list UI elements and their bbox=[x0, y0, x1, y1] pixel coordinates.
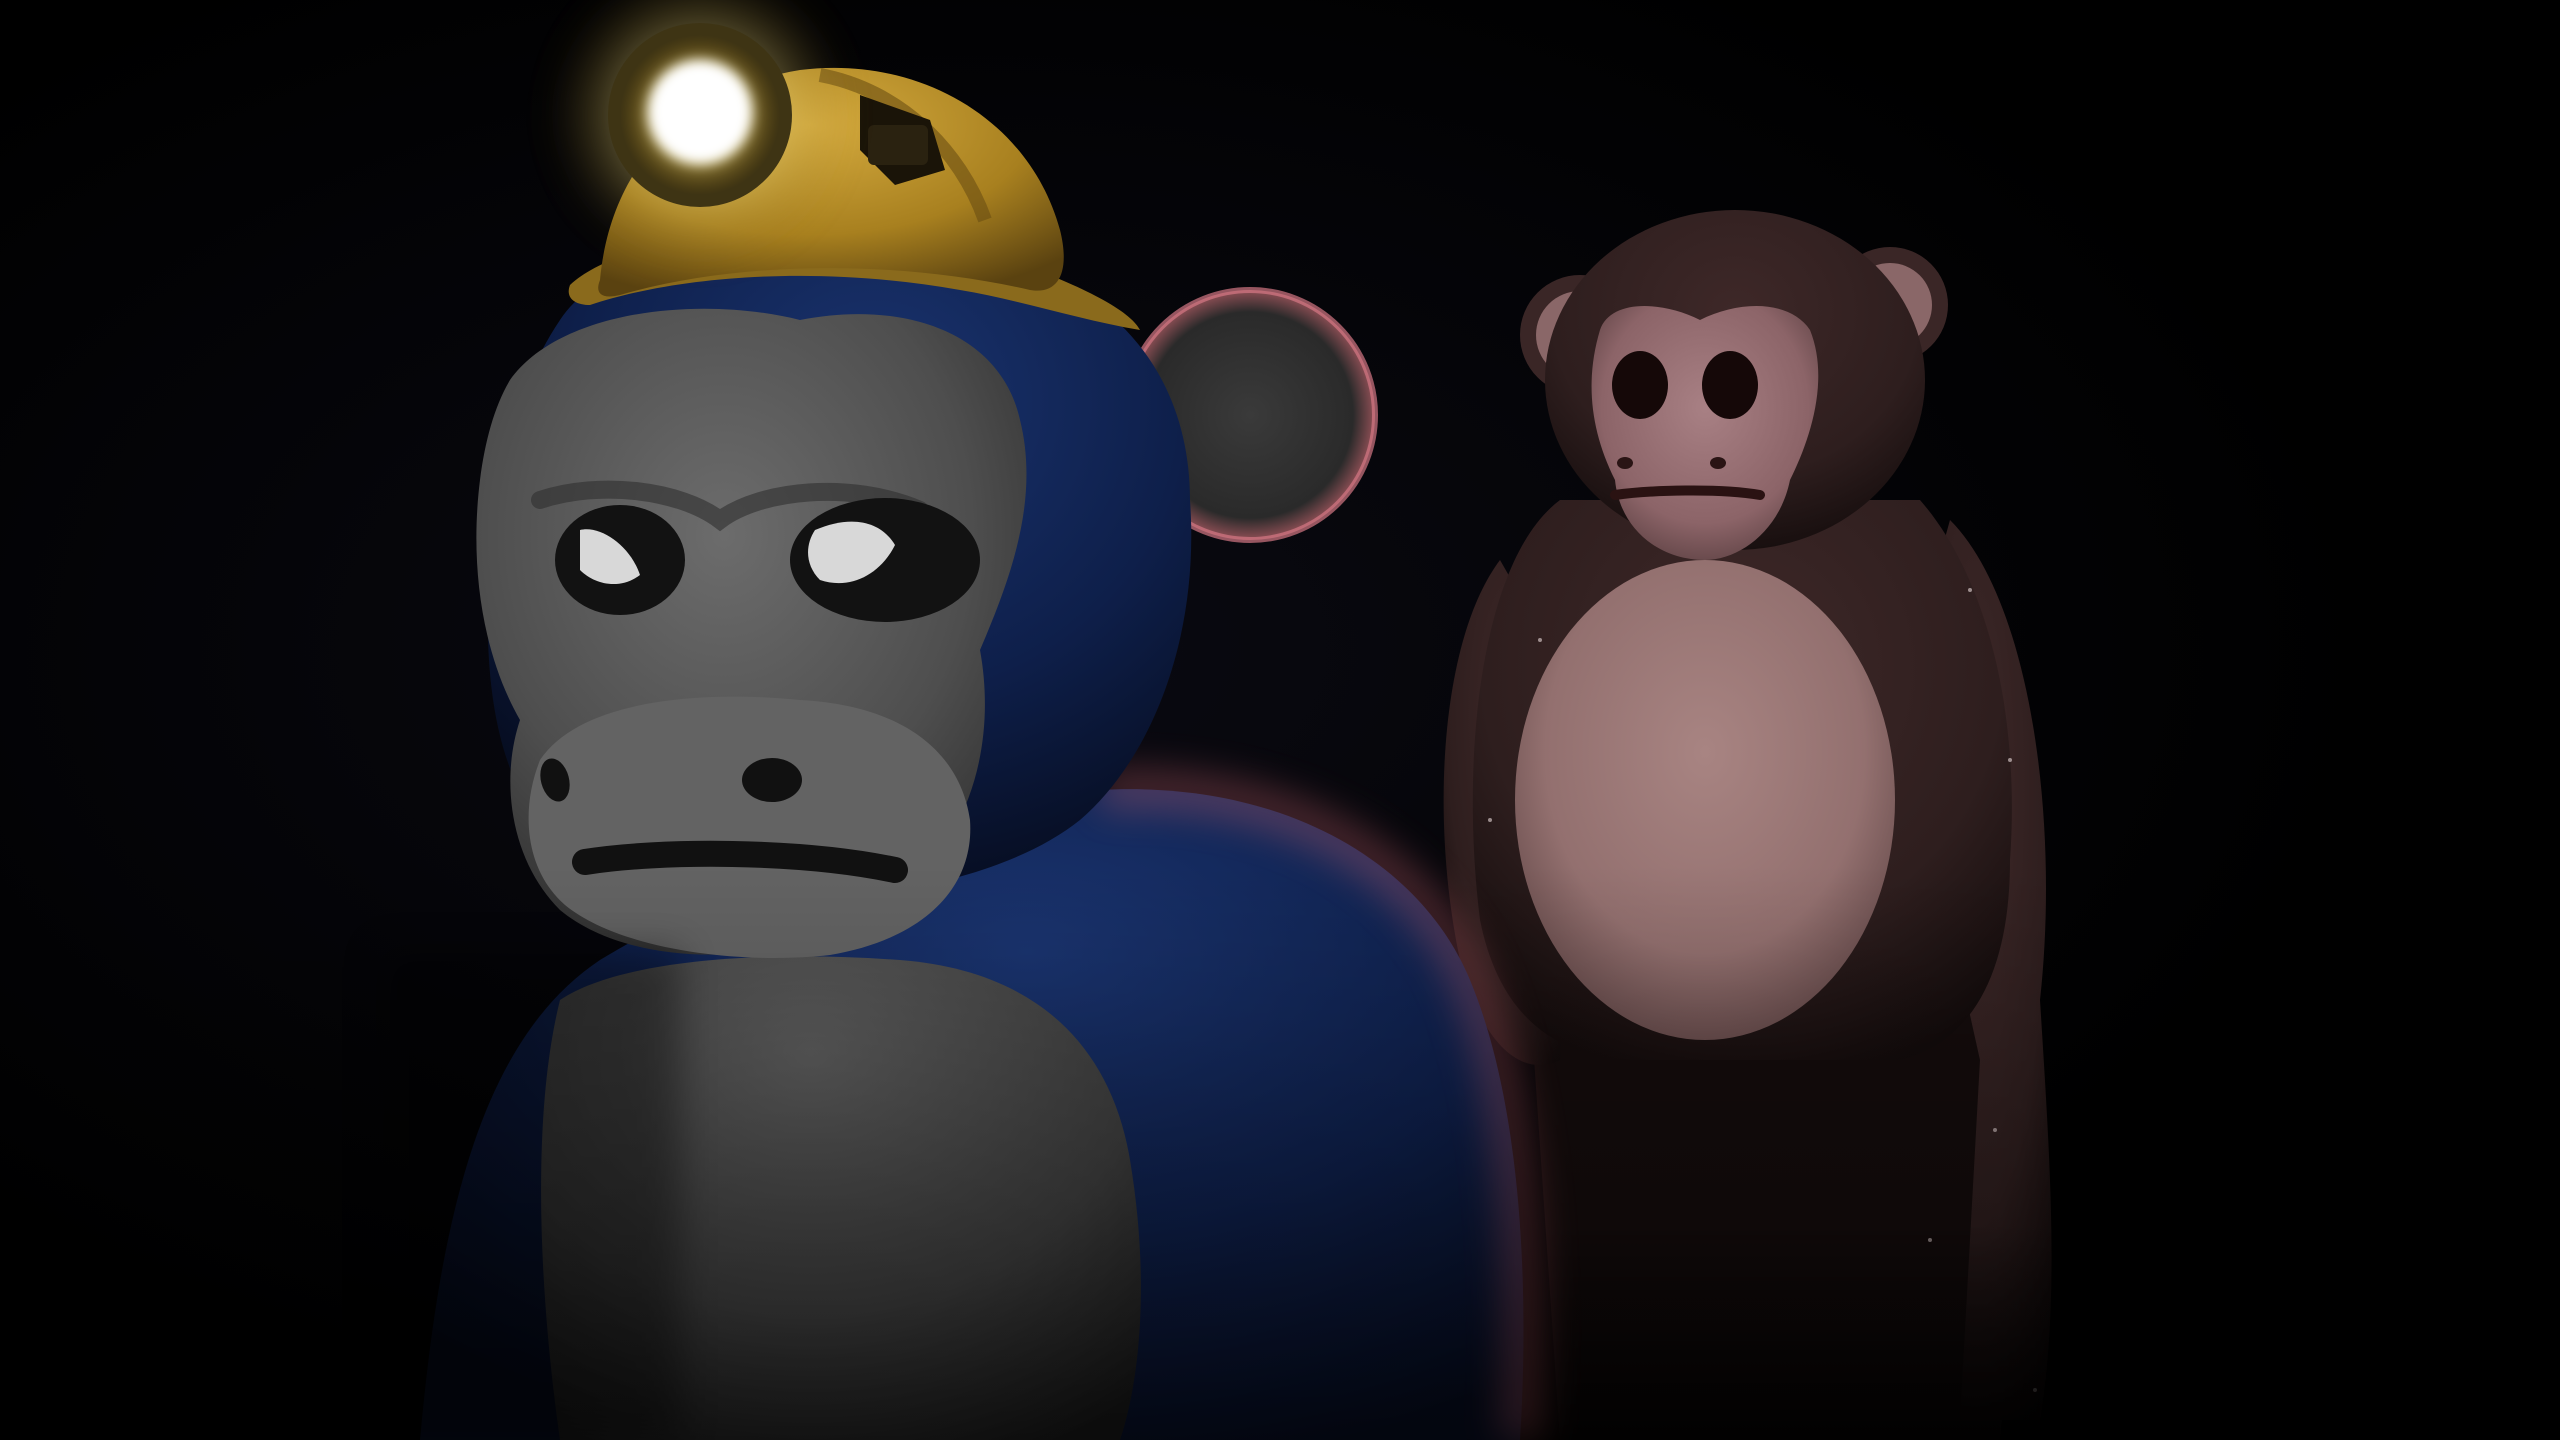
vignette bbox=[0, 0, 2560, 1440]
game-scene bbox=[0, 0, 2560, 1440]
scene-canvas bbox=[0, 0, 2560, 1440]
